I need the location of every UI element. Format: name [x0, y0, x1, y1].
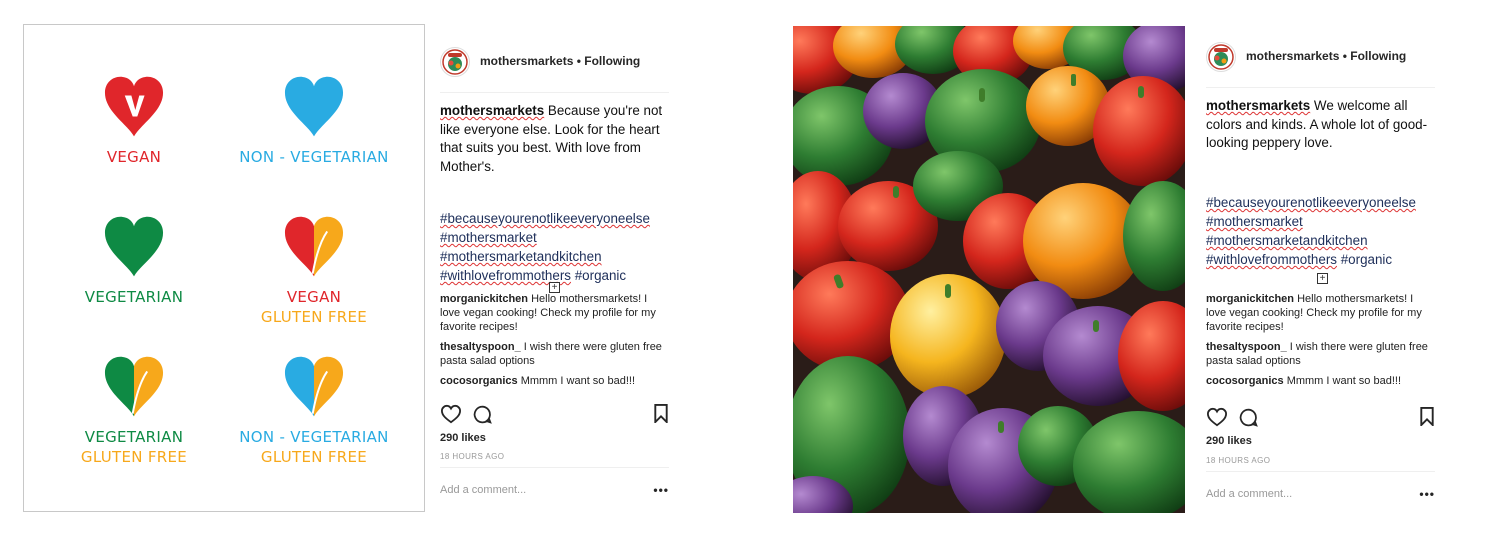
hashtag-link[interactable]: #withlovefrommothers	[440, 268, 571, 283]
legend-item-vegetarian-gluten-free: VEGETARIAN GLUTEN FREE	[69, 353, 199, 467]
header-username[interactable]: mothersmarkets	[1246, 49, 1339, 63]
speech-bubble-icon[interactable]	[472, 404, 493, 425]
hashtags: #becauseyourenotlikeeveryoneelse #mother…	[440, 209, 669, 285]
comment-username[interactable]: thesaltyspoon_	[1206, 341, 1287, 353]
hashtag-link[interactable]: #withlovefrommothers	[1206, 252, 1337, 267]
header-username[interactable]: mothersmarkets	[480, 54, 573, 68]
comment-username[interactable]: morganickitchen	[440, 293, 528, 305]
add-comment-input[interactable]: Add a comment...	[1206, 488, 1292, 500]
post-timestamp: 18 HOURS AGO	[1206, 456, 1271, 465]
legend-label-secondary: GLUTEN FREE	[260, 308, 368, 326]
divider	[440, 92, 669, 93]
likes-count[interactable]: 290 likes	[440, 432, 486, 444]
non-vegetarian-heart-icon	[284, 76, 344, 137]
hashtags: #becauseyourenotlikeeveryoneelse #mother…	[1206, 193, 1435, 269]
caption-username[interactable]: mothersmarkets	[440, 103, 544, 118]
heart-outline-icon[interactable]	[1206, 407, 1228, 427]
comment-username[interactable]: thesaltyspoon_	[440, 341, 521, 353]
comment: morganickitchen Hello mothersmarkets! I …	[1206, 292, 1435, 334]
bookmark-icon[interactable]	[653, 404, 669, 423]
more-options-icon[interactable]: •••	[653, 483, 669, 497]
header-text: mothersmarkets • Following	[480, 54, 640, 68]
hashtag-link[interactable]: #organic	[1341, 252, 1392, 267]
comment-username[interactable]: cocosorganics	[1206, 375, 1284, 387]
legend-item-vegan: VEGAN	[84, 73, 184, 167]
divider	[1206, 471, 1435, 472]
add-comment-input[interactable]: Add a comment...	[440, 484, 526, 496]
plus-box-icon[interactable]: +	[1317, 273, 1328, 284]
comments-list: morganickitchen Hello mothersmarkets! I …	[1206, 292, 1435, 394]
vegan-gluten-free-heart-icon	[284, 216, 344, 277]
legend-label: VEGETARIAN	[84, 288, 184, 306]
hashtag-link[interactable]: #organic	[575, 268, 626, 283]
post-1-panel: mothersmarkets • Following mothersmarket…	[440, 40, 669, 510]
vegan-heart-icon	[104, 76, 164, 137]
legend-label-secondary: GLUTEN FREE	[80, 448, 188, 466]
bookmark-icon[interactable]	[1419, 407, 1435, 426]
legend-item-vegan-gluten-free: VEGAN GLUTEN FREE	[244, 213, 384, 327]
post-header: mothersmarkets • Following	[440, 40, 669, 90]
avatar[interactable]	[440, 47, 470, 77]
hashtag-link[interactable]: #mothersmarketandkitchen	[1206, 233, 1368, 248]
vegetarian-heart-icon	[104, 216, 164, 277]
post-timestamp: 18 HOURS AGO	[440, 452, 505, 461]
legend-item-vegetarian: VEGETARIAN	[74, 213, 194, 307]
legend-label-secondary: GLUTEN FREE	[260, 448, 368, 466]
divider	[440, 467, 669, 468]
post-header: mothersmarkets • Following	[1206, 35, 1435, 85]
legend-label: NON - VEGETARIAN	[239, 148, 389, 166]
legend-item-non-vegetarian-gluten-free: NON - VEGETARIAN GLUTEN FREE	[224, 353, 404, 467]
speech-bubble-icon[interactable]	[1238, 407, 1259, 428]
following-status[interactable]: Following	[584, 54, 640, 68]
store-logo-icon	[1208, 44, 1234, 70]
more-options-icon[interactable]: •••	[1419, 487, 1435, 501]
post-actions	[440, 404, 669, 428]
comment-username[interactable]: morganickitchen	[1206, 293, 1294, 305]
legend-label: VEGETARIAN	[84, 428, 184, 446]
hashtag-link[interactable]: #mothersmarket	[440, 230, 537, 245]
heart-outline-icon[interactable]	[440, 404, 462, 424]
comment: morganickitchen Hello mothersmarkets! I …	[440, 292, 669, 334]
legend-label: VEGAN	[106, 148, 162, 166]
non-vegetarian-gluten-free-heart-icon	[284, 356, 344, 417]
post-actions	[1206, 407, 1435, 431]
comment: cocosorganics Mmmm I want so bad!!!	[440, 374, 669, 388]
legend-label: VEGAN	[286, 288, 342, 306]
header-text: mothersmarkets • Following	[1246, 49, 1406, 63]
legend-item-non-vegetarian: NON - VEGETARIAN	[224, 73, 404, 167]
avatar[interactable]	[1206, 42, 1236, 72]
hashtag-link[interactable]: #mothersmarketandkitchen	[440, 249, 602, 264]
store-logo-icon	[442, 49, 468, 75]
comment: thesaltyspoon_ I wish there were gluten …	[1206, 340, 1435, 368]
post-2-image[interactable]	[793, 26, 1185, 513]
bell-peppers-photo	[793, 26, 1185, 513]
header-separator: •	[1342, 49, 1347, 63]
likes-count[interactable]: 290 likes	[1206, 435, 1252, 447]
post-caption: mothersmarkets We welcome all colors and…	[1206, 97, 1435, 153]
hashtag-link[interactable]: #becauseyourenotlikeeveryoneelse	[440, 211, 650, 226]
comment-text: Mmmm I want so bad!!!	[1283, 375, 1402, 387]
header-separator: •	[576, 54, 581, 68]
vegetarian-gluten-free-heart-icon	[104, 356, 164, 417]
comment-text: Mmmm I want so bad!!!	[517, 375, 636, 387]
hashtag-link[interactable]: #becauseyourenotlikeeveryoneelse	[1206, 195, 1416, 210]
legend-label: NON - VEGETARIAN	[239, 428, 389, 446]
comments-list: morganickitchen Hello mothersmarkets! I …	[440, 292, 669, 394]
comment: cocosorganics Mmmm I want so bad!!!	[1206, 374, 1435, 388]
post-1-image[interactable]: VEGAN NON - VEGETARIAN VEGETARIAN VEGAN …	[23, 24, 425, 512]
hashtag-link[interactable]: #mothersmarket	[1206, 214, 1303, 229]
divider	[1206, 87, 1435, 88]
post-caption: mothersmarkets Because you're not like e…	[440, 102, 669, 176]
comment-username[interactable]: cocosorganics	[440, 375, 518, 387]
comment: thesaltyspoon_ I wish there were gluten …	[440, 340, 669, 368]
post-2-panel: mothersmarkets • Following mothersmarket…	[1206, 35, 1435, 510]
caption-username[interactable]: mothersmarkets	[1206, 98, 1310, 113]
following-status[interactable]: Following	[1350, 49, 1406, 63]
